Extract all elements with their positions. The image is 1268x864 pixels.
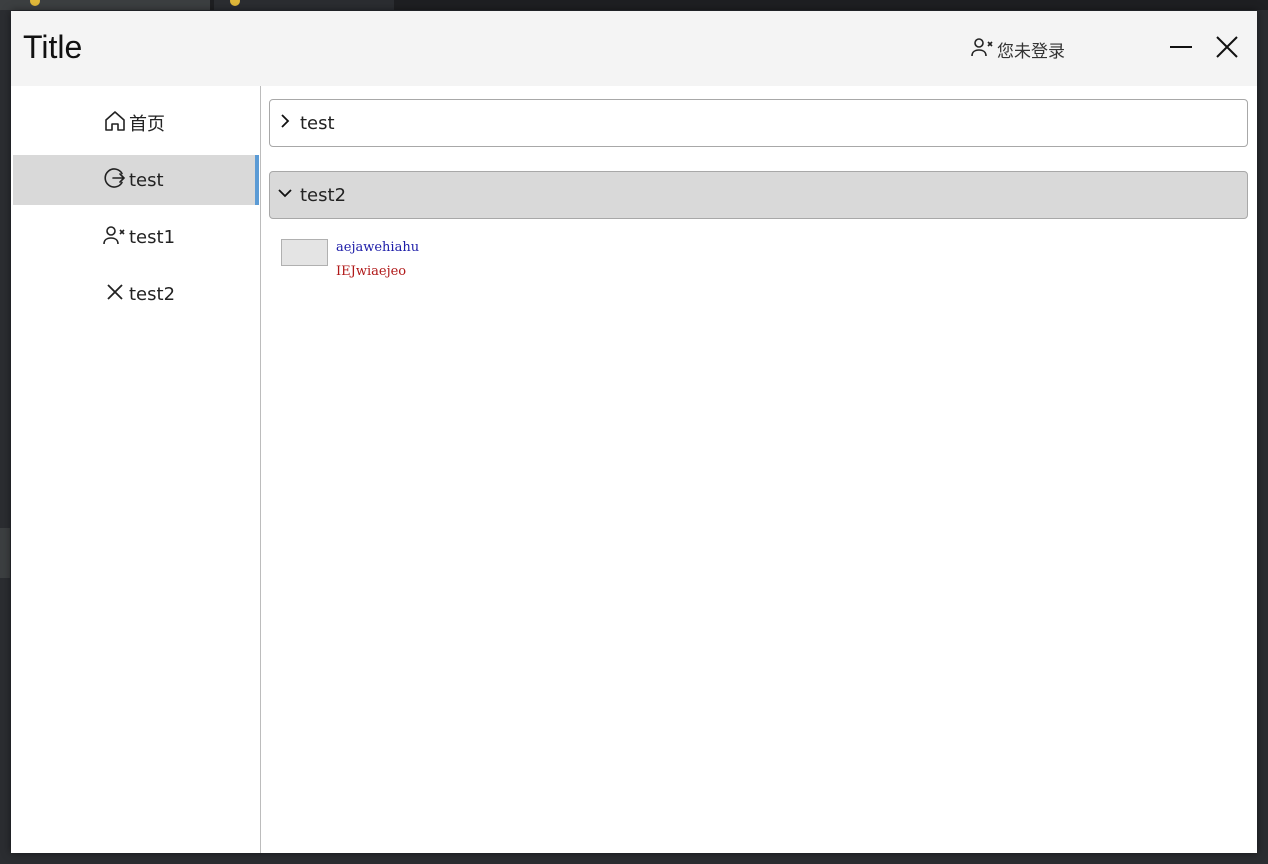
minimize-button[interactable] <box>1163 31 1199 67</box>
app-window: Title 您未登录 首页 test test1 test2 test test… <box>11 11 1257 853</box>
close-icon <box>1215 35 1239 63</box>
main-content: test test2 aejawehiahu IEJwiaejeo <box>261 86 1257 853</box>
background-band <box>0 528 10 578</box>
sidebar-item-test[interactable]: test <box>13 155 259 205</box>
minimize-icon <box>1169 35 1193 63</box>
sidebar-item-test1[interactable]: test1 <box>13 212 259 262</box>
expander-label: test2 <box>300 184 347 206</box>
sidebar-item-label: test2 <box>129 283 176 305</box>
sidebar-item-label: 首页 <box>129 114 165 135</box>
sidebar-item-home[interactable]: 首页 <box>13 98 259 148</box>
expander-test[interactable]: test <box>269 99 1248 147</box>
title-bar: Title 您未登录 <box>11 11 1257 86</box>
file-icon <box>230 0 240 6</box>
background-tab <box>214 0 394 10</box>
close-icon <box>103 280 127 309</box>
close-button[interactable] <box>1209 31 1245 67</box>
chevron-right-icon <box>270 112 300 134</box>
entry-line2: IEJwiaejeo <box>336 264 407 279</box>
login-status[interactable]: 您未登录 <box>971 36 1065 62</box>
sidebar: 首页 test test1 test2 <box>11 86 261 853</box>
home-icon <box>103 109 127 138</box>
background-tab <box>0 0 210 10</box>
entry-line1: aejawehiahu <box>336 240 420 255</box>
logout-icon <box>103 166 127 195</box>
user-remove-icon <box>971 36 995 63</box>
background-tab-strip <box>0 0 1268 10</box>
login-status-label: 您未登录 <box>997 41 1065 62</box>
chevron-down-icon <box>270 184 300 206</box>
user-remove-icon <box>103 223 127 252</box>
expander-test2[interactable]: test2 <box>269 171 1248 219</box>
window-title: Title <box>23 29 83 65</box>
sidebar-item-label: test1 <box>129 226 176 248</box>
expander-label: test <box>300 112 335 134</box>
file-icon <box>30 0 40 6</box>
sidebar-item-label: test <box>129 169 164 191</box>
sidebar-item-test2[interactable]: test2 <box>13 269 259 319</box>
list-item[interactable]: aejawehiahu IEJwiaejeo <box>281 239 419 284</box>
entry-texts: aejawehiahu IEJwiaejeo <box>336 236 419 284</box>
background-band <box>0 620 10 850</box>
entry-thumbnail <box>281 239 328 266</box>
